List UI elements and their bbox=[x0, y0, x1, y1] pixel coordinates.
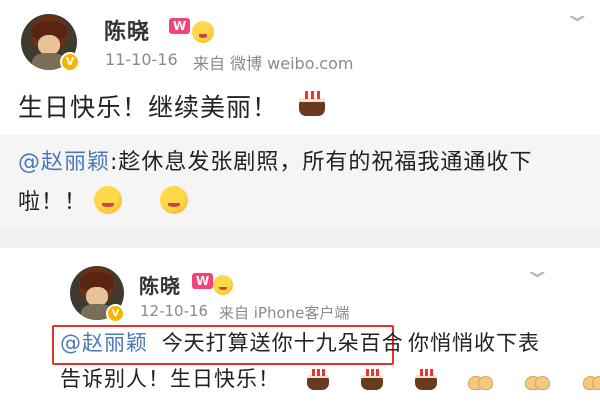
mention-link[interactable]: @赵丽颖 bbox=[60, 331, 148, 355]
chevron-down-icon[interactable]: ⌄ bbox=[522, 258, 552, 283]
repost-text-line2: 啦！！ bbox=[18, 190, 88, 215]
clap-hands-icon bbox=[468, 370, 494, 392]
post-content-text: 生日快乐！继续美丽！ bbox=[18, 93, 279, 122]
member-rank-badge: W bbox=[169, 18, 191, 34]
post-content-line2: 告诉别人！生日快乐！ bbox=[60, 367, 280, 391]
member-rank-badge: W bbox=[192, 273, 214, 289]
chevron-down-icon[interactable]: ⌄ bbox=[562, 2, 592, 27]
weibo-post-1: V 陈晓 W 11-10-16 来自 微博 weibo.com ⌄ 生日快乐！继… bbox=[0, 0, 600, 228]
clap-hands-icon bbox=[525, 370, 551, 392]
verified-badge: V bbox=[106, 304, 125, 323]
cake-icon bbox=[361, 366, 384, 390]
cake-icon bbox=[299, 88, 326, 116]
highlighted-text: 今天打算送你十九朵百合 bbox=[161, 331, 404, 355]
mention-link[interactable]: @赵丽颖 bbox=[18, 150, 110, 175]
post-timestamp: 11-10-16 bbox=[105, 50, 178, 69]
smile-emoji-icon bbox=[213, 275, 233, 295]
post-divider bbox=[0, 228, 600, 248]
weibo-post-2: V 陈晓 W 12-10-16 来自 iPhone客户端 ⌄ @赵丽颖 今天打算… bbox=[0, 248, 600, 407]
smile-emoji-icon bbox=[192, 21, 214, 43]
author-name[interactable]: 陈晓 bbox=[139, 270, 181, 299]
post-content-line1: @赵丽颖 今天打算送你十九朵百合 bbox=[60, 323, 404, 363]
post-source[interactable]: 来自 微博 weibo.com bbox=[193, 50, 353, 74]
post-content: 生日快乐！继续美丽！ bbox=[18, 88, 278, 124]
repost-area: @赵丽颖:趁休息发张剧照，所有的祝福我通通收下 啦！！ bbox=[0, 135, 600, 228]
author-name[interactable]: 陈晓 bbox=[104, 14, 150, 46]
post-timestamp: 12-10-16 bbox=[140, 302, 209, 320]
verified-badge: V bbox=[60, 52, 80, 72]
kiss-emoji-icon bbox=[94, 186, 122, 214]
repost-text-line1: :趁休息发张剧照，所有的祝福我通通收下 bbox=[110, 150, 533, 175]
post-source[interactable]: 来自 iPhone客户端 bbox=[219, 302, 349, 323]
cake-icon bbox=[307, 366, 330, 390]
clap-hands-icon bbox=[582, 370, 600, 392]
post-content-line1-rest: 你悄悄收下表 bbox=[408, 331, 540, 355]
kiss-emoji-icon bbox=[160, 186, 189, 214]
cake-icon bbox=[415, 366, 438, 390]
